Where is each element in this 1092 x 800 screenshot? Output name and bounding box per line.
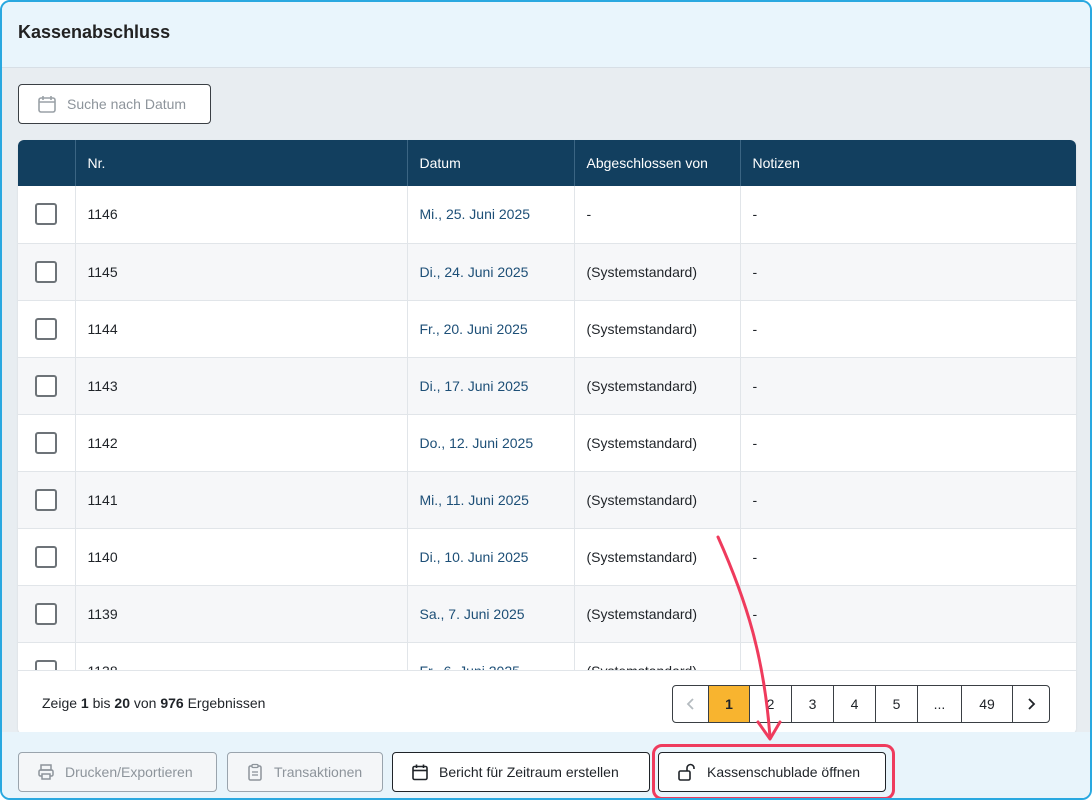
row-checkbox[interactable] — [35, 545, 57, 568]
page-header: Kassenabschluss — [2, 2, 1090, 68]
calendar-icon — [412, 764, 428, 781]
column-header-closed-by[interactable]: Abgeschlossen von — [574, 140, 741, 186]
date-search-button[interactable]: Suche nach Datum — [18, 84, 211, 124]
row-nr: 1146 — [75, 186, 408, 244]
date-search-label: Suche nach Datum — [67, 96, 187, 112]
row-checkbox[interactable] — [35, 374, 57, 397]
row-closed-by: - — [574, 186, 741, 244]
row-checkbox[interactable] — [35, 260, 57, 283]
row-notes: - — [740, 471, 1076, 529]
row-closed-by: (Systemstandard) — [574, 528, 741, 586]
page-ellipsis: ... — [918, 686, 962, 722]
row-closed-by: (Systemstandard) — [574, 357, 741, 415]
transactions-button[interactable]: Transaktionen — [227, 752, 383, 792]
chevron-left-icon — [686, 698, 694, 710]
row-nr: 1145 — [75, 243, 408, 301]
row-date: Mi., 11. Juni 2025 — [407, 471, 575, 529]
page-title: Kassenabschluss — [18, 22, 171, 42]
column-header-notes[interactable]: Notizen — [740, 140, 1076, 186]
table-row[interactable]: 1144 Fr., 20. Juni 2025 (Systemstandard)… — [18, 300, 1076, 358]
row-date: Fr., 20. Juni 2025 — [407, 300, 575, 358]
page-button-5[interactable]: 5 — [876, 686, 918, 722]
row-notes: - — [740, 300, 1076, 358]
page-button-49[interactable]: 49 — [962, 686, 1013, 722]
row-closed-by: (Systemstandard) — [574, 243, 741, 301]
app-window: Kassenabschluss Suche nach Datum Nr. Dat… — [0, 0, 1092, 800]
row-date: Mi., 25. Juni 2025 — [407, 186, 575, 244]
table-row[interactable]: 1142 Do., 12. Juni 2025 (Systemstandard)… — [18, 414, 1076, 472]
range-report-button[interactable]: Bericht für Zeitraum erstellen — [392, 752, 650, 792]
row-nr: 1142 — [75, 414, 408, 472]
row-closed-by: (Systemstandard) — [574, 300, 741, 358]
row-nr: 1144 — [75, 300, 408, 358]
page-button-1[interactable]: 1 — [709, 686, 750, 722]
table-row[interactable]: 1146 Mi., 25. Juni 2025 - - — [18, 186, 1076, 244]
table-row[interactable]: 1139 Sa., 7. Juni 2025 (Systemstandard) … — [18, 585, 1076, 643]
clipboard-icon — [248, 763, 262, 781]
column-header-nr[interactable]: Nr. — [75, 140, 408, 186]
printer-icon — [38, 764, 54, 780]
row-checkbox[interactable] — [35, 203, 57, 226]
table-row[interactable]: 1141 Mi., 11. Juni 2025 (Systemstandard)… — [18, 471, 1076, 529]
row-checkbox[interactable] — [35, 431, 57, 454]
column-header-datum[interactable]: Datum — [407, 140, 575, 186]
print-export-button[interactable]: Drucken/Exportieren — [18, 752, 217, 792]
chevron-right-icon — [1028, 698, 1036, 710]
row-checkbox[interactable] — [35, 317, 57, 340]
row-checkbox[interactable] — [35, 488, 57, 511]
pagination: 1 2 3 4 5 ... 49 — [672, 685, 1050, 723]
select-column-header — [18, 140, 76, 186]
row-nr: 1139 — [75, 585, 408, 643]
row-notes: - — [740, 585, 1076, 643]
row-notes: - — [740, 186, 1076, 244]
table-row[interactable]: 1140 Di., 10. Juni 2025 (Systemstandard)… — [18, 528, 1076, 586]
table-row[interactable]: 1143 Di., 17. Juni 2025 (Systemstandard)… — [18, 357, 1076, 415]
row-date: Di., 17. Juni 2025 — [407, 357, 575, 415]
action-bar: Drucken/Exportieren Transaktionen Berich… — [2, 732, 1090, 798]
row-date: Sa., 7. Juni 2025 — [407, 585, 575, 643]
table-header-row: Nr. Datum Abgeschlossen von Notizen — [18, 140, 1076, 186]
page-button-2[interactable]: 2 — [750, 686, 792, 722]
row-checkbox[interactable] — [35, 602, 57, 625]
results-summary: Zeige 1 bis 20 von 976 Ergebnissen — [42, 695, 266, 711]
table-footer: Zeige 1 bis 20 von 976 Ergebnissen 1 2 3… — [18, 670, 1076, 734]
unlock-icon — [678, 763, 695, 781]
row-date: Di., 10. Juni 2025 — [407, 528, 575, 586]
row-notes: - — [740, 357, 1076, 415]
calendar-icon — [38, 96, 56, 113]
prev-page-button[interactable] — [673, 686, 709, 722]
row-nr: 1143 — [75, 357, 408, 415]
results-card: Nr. Datum Abgeschlossen von Notizen 1146… — [18, 140, 1076, 734]
row-notes: - — [740, 243, 1076, 301]
table-row[interactable]: 1145 Di., 24. Juni 2025 (Systemstandard)… — [18, 243, 1076, 301]
row-nr: 1140 — [75, 528, 408, 586]
next-page-button[interactable] — [1013, 686, 1049, 722]
row-closed-by: (Systemstandard) — [574, 414, 741, 472]
row-closed-by: (Systemstandard) — [574, 471, 741, 529]
page-button-3[interactable]: 3 — [792, 686, 834, 722]
open-cash-drawer-button[interactable]: Kassenschublade öffnen — [658, 752, 886, 792]
page-button-4[interactable]: 4 — [834, 686, 876, 722]
row-notes: - — [740, 528, 1076, 586]
closings-table: Nr. Datum Abgeschlossen von Notizen 1146… — [18, 140, 1076, 700]
row-closed-by: (Systemstandard) — [574, 585, 741, 643]
row-nr: 1141 — [75, 471, 408, 529]
row-notes: - — [740, 414, 1076, 472]
main-content: Suche nach Datum Nr. Datum Abgeschlossen… — [2, 68, 1090, 798]
row-date: Do., 12. Juni 2025 — [407, 414, 575, 472]
row-date: Di., 24. Juni 2025 — [407, 243, 575, 301]
